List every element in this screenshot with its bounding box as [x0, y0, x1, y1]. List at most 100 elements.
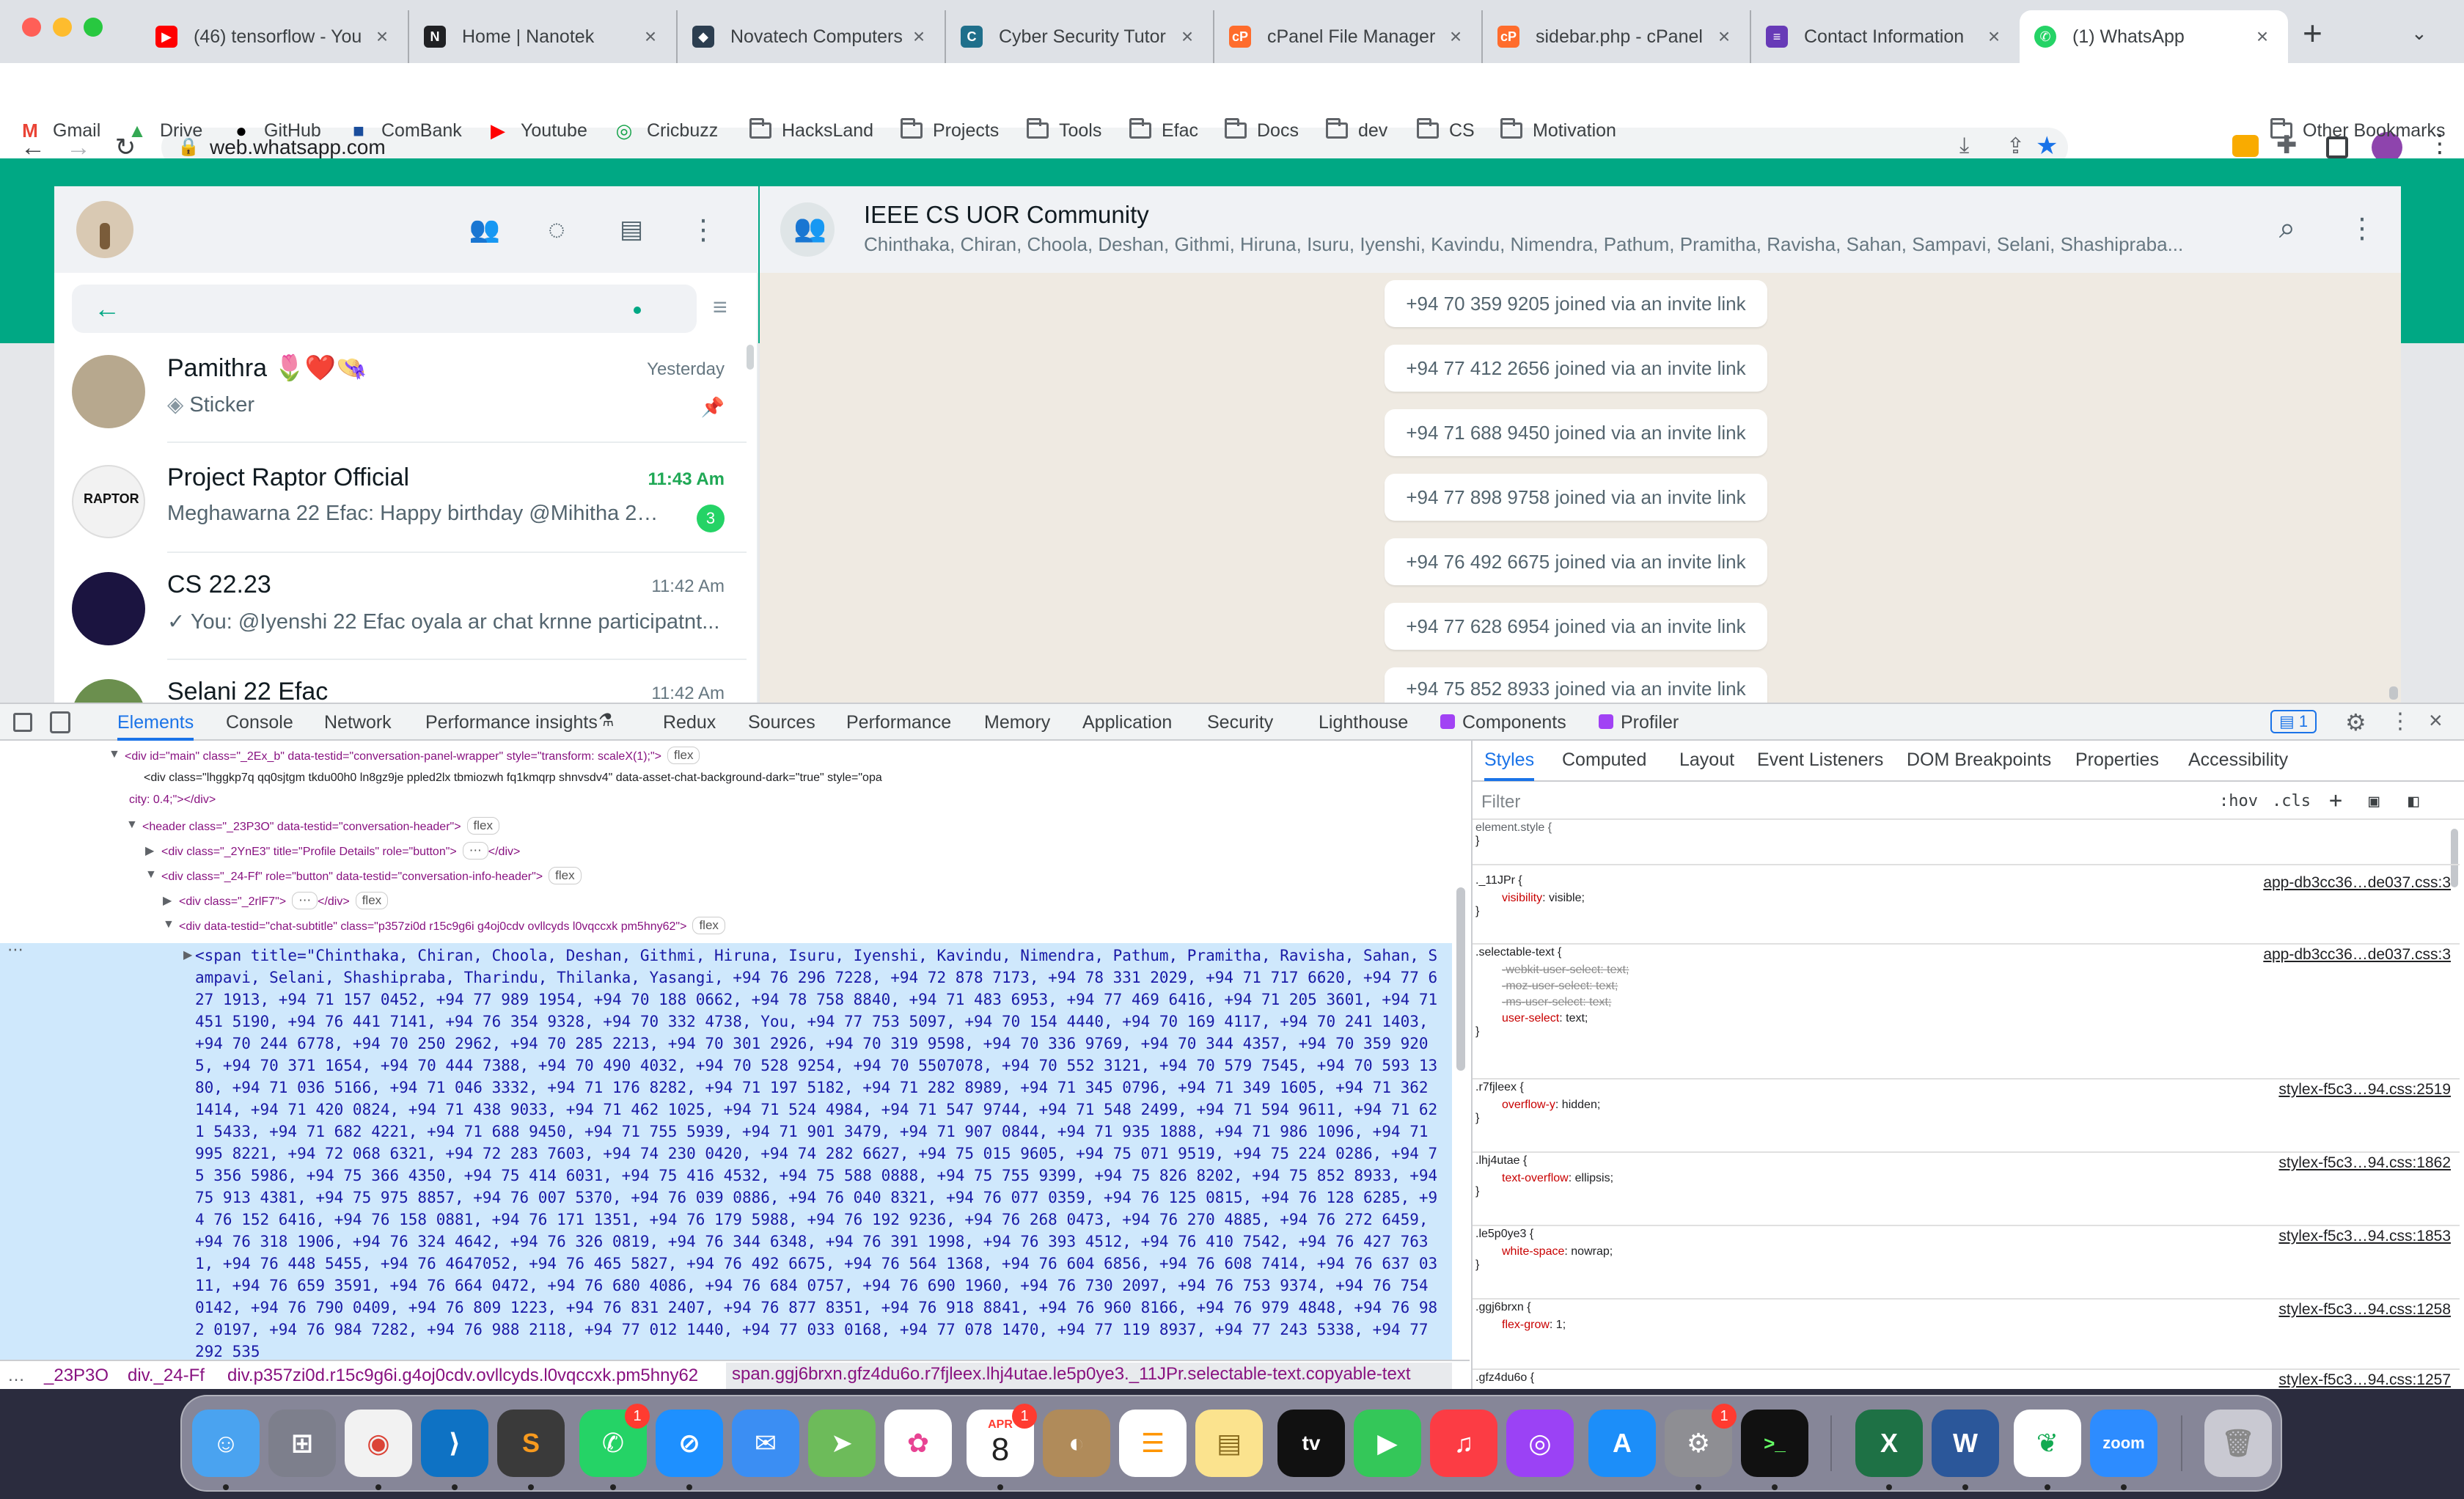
computed-tab[interactable]: Computed [1562, 750, 1646, 771]
style-rule[interactable]: ._11JPr { app-db3cc36…de037.css:3 visibi… [1475, 874, 2451, 918]
dom-node[interactable]: <div class="lhggkp7q qq0sjtgm tkdu00h0 l… [144, 772, 882, 785]
devtools-settings-gear-icon[interactable]: ⚙ [2345, 708, 2366, 736]
dom-node[interactable]: ▶ <div class="_2rlF7"> ⋯ </div> flex [163, 892, 389, 909]
sublime-text-icon[interactable]: S [497, 1410, 565, 1477]
window-minimize-button[interactable] [53, 18, 72, 37]
bookmark-folder-cs[interactable]: CS [1417, 111, 1475, 150]
window-zoom-button[interactable] [84, 18, 103, 37]
styles-filter-input[interactable]: Filter [1481, 792, 1520, 813]
ellipsis-badge[interactable]: ⋯ [292, 892, 318, 909]
chrome-icon[interactable]: ◉ [345, 1410, 412, 1477]
new-chat-icon[interactable]: ▤ [613, 211, 650, 248]
style-source-link[interactable]: stylex-f5c3…94.css:1257 [2278, 1371, 2451, 1388]
devtools-tab-lighthouse[interactable]: Lighthouse [1319, 704, 1408, 741]
close-tab-icon[interactable]: × [639, 25, 661, 48]
chat-search-input[interactable]: ← [72, 285, 697, 333]
chat-list-item[interactable]: Selani 22 Efac 11:42 Am [54, 661, 747, 703]
zoom-icon[interactable]: zoom [2090, 1410, 2157, 1477]
apple-tv-icon[interactable]: tv [1277, 1410, 1345, 1477]
issues-counter[interactable]: ▤ 1 [2270, 710, 2317, 733]
finder-icon[interactable]: ☺ [192, 1410, 260, 1477]
class-toggle[interactable]: .cls [2272, 792, 2311, 810]
bookmark-github[interactable]: ● GitHub [229, 111, 321, 150]
devtools-tab-application[interactable]: Application [1082, 704, 1172, 741]
conversation-menu-icon[interactable]: ⋮ [2344, 210, 2380, 246]
browser-tab[interactable]: C Cyber Security Tutor × [946, 10, 1214, 63]
close-tab-icon[interactable]: × [2251, 25, 2273, 48]
bookmark-folder-dev[interactable]: dev [1326, 111, 1387, 150]
new-style-rule-icon[interactable]: + [2329, 788, 2342, 813]
mongodb-compass-icon[interactable]: ❦ [2014, 1410, 2081, 1477]
browser-tab[interactable]: ▶ (46) tensorflow - You × [141, 10, 409, 63]
menu-icon[interactable]: ⋮ [685, 211, 722, 248]
ellipsis-badge[interactable]: ⋯ [462, 842, 488, 860]
style-source-link[interactable]: app-db3cc36…de037.css:3 [2263, 946, 2451, 964]
mail-icon[interactable]: ✉ [732, 1410, 799, 1477]
bookmark-gmail[interactable]: M Gmail [18, 111, 100, 150]
dom-node[interactable]: ▼ <div data-testid="chat-subtitle" class… [163, 917, 725, 934]
devtools-tab-memory[interactable]: Memory [984, 704, 1050, 741]
device-toolbar-icon[interactable] [50, 711, 70, 733]
bookmark-folder-motivation[interactable]: Motivation [1500, 111, 1616, 150]
style-source-link[interactable]: stylex-f5c3…94.css:1853 [2278, 1228, 2451, 1245]
conversation-scrollbar[interactable] [2389, 686, 2398, 700]
launchpad-icon[interactable]: ⊞ [268, 1410, 336, 1477]
style-rule[interactable]: .le5p0ye3 { stylex-f5c3…94.css:1853 whit… [1475, 1228, 2451, 1272]
breadcrumb-item[interactable]: div.p357zi0d.r15c9g6i.g4oj0cdv.ovllcyds.… [227, 1366, 698, 1386]
bookmark-folder-projects[interactable]: Projects [901, 111, 999, 150]
safari-icon[interactable]: ⊘ [656, 1410, 723, 1477]
status-icon[interactable]: ◌ [538, 211, 575, 248]
dom-node[interactable]: ▼ <div class="_24-Ff" role="button" data… [145, 867, 582, 884]
communities-icon[interactable]: 👥 [466, 211, 503, 248]
styles-tab[interactable]: Styles [1484, 750, 1535, 781]
collapse-triangle-icon[interactable]: ▶ [163, 893, 172, 908]
dom-node[interactable]: ▼ <header class="_23P3O" data-testid="co… [126, 817, 500, 835]
breadcrumb-item[interactable]: _23P3O [44, 1366, 109, 1386]
devtools-tab-elements[interactable]: Elements [117, 704, 194, 741]
bookmark-youtube[interactable]: ▶ Youtube [485, 111, 587, 150]
close-tab-icon[interactable]: × [908, 25, 930, 48]
style-source-link[interactable]: app-db3cc36…de037.css:3 [2263, 874, 2451, 892]
more-actions-icon[interactable]: ⋯ [7, 940, 23, 959]
devtools-tab-redux[interactable]: Redux [663, 704, 716, 741]
vscode-icon[interactable]: ⟩ [421, 1410, 488, 1477]
word-icon[interactable]: W [1932, 1410, 1999, 1477]
chat-list-item[interactable]: RAPTOR Project Raptor Official 11:43 Am … [54, 447, 747, 553]
photos-icon[interactable]: ✿ [884, 1410, 952, 1477]
inspect-element-icon[interactable] [13, 713, 32, 732]
new-tab-button[interactable]: + [2303, 13, 2322, 53]
close-tab-icon[interactable]: × [1983, 25, 2005, 48]
browser-tab[interactable]: ◆ Novatech Computers × [678, 10, 946, 63]
devtools-tab-performance[interactable]: Performance [846, 704, 951, 741]
accessibility-tab[interactable]: Accessibility [2188, 750, 2288, 771]
reminders-icon[interactable]: ☰ [1119, 1410, 1187, 1477]
expand-triangle-icon[interactable]: ▼ [163, 918, 175, 931]
computed-sidebar-toggle-icon[interactable]: ◧ [2408, 791, 2419, 811]
trash-icon[interactable]: 🗑 [2204, 1410, 2272, 1477]
podcasts-icon[interactable]: ◎ [1506, 1410, 1574, 1477]
devtools-tab-security[interactable]: Security [1207, 704, 1273, 741]
style-rule[interactable]: .lhj4utae { stylex-f5c3…94.css:1862 text… [1475, 1154, 2451, 1198]
expand-triangle-icon[interactable]: ▼ [109, 748, 120, 761]
contacts-icon[interactable]: ◐ [1043, 1410, 1110, 1477]
bookmark-folder-tools[interactable]: Tools [1027, 111, 1101, 150]
devtools-close-icon[interactable]: × [2429, 707, 2443, 734]
back-arrow-icon[interactable]: ← [94, 293, 120, 324]
bookmark-drive[interactable]: ▲ Drive [125, 111, 202, 150]
flex-badge[interactable]: flex [692, 917, 725, 934]
dom-node[interactable]: ▶ <div class="_2YnE3" title="Profile Det… [145, 842, 520, 860]
facetime-icon[interactable]: ▶ [1354, 1410, 1421, 1477]
style-source-link[interactable]: stylex-f5c3…94.css:1258 [2278, 1301, 2451, 1319]
devtools-tab-console[interactable]: Console [226, 704, 293, 741]
other-bookmarks[interactable]: Other Bookmarks [2270, 111, 2446, 150]
browser-tab[interactable]: cP sidebar.php - cPanel × [1483, 10, 1751, 63]
devtools-tab-sources[interactable]: Sources [748, 704, 815, 741]
unread-filter-icon[interactable]: ≡ [713, 293, 727, 322]
layout-tab[interactable]: Layout [1679, 750, 1734, 771]
elements-scrollbar[interactable] [1456, 887, 1465, 1071]
element-state-icon[interactable]: ▣ [2369, 791, 2379, 811]
maps-icon[interactable]: ➤ [808, 1410, 876, 1477]
devtools-tab-components[interactable]: Components [1462, 704, 1566, 741]
terminal-icon[interactable]: >_ [1741, 1410, 1808, 1477]
flex-badge[interactable]: flex [549, 867, 582, 884]
